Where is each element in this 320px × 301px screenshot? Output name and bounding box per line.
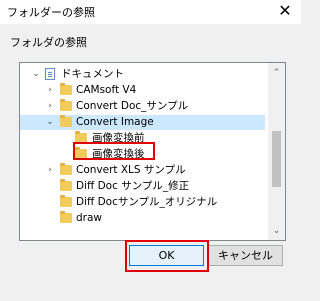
- chevron-down-icon[interactable]: ⌄: [45, 115, 55, 130]
- scroll-down-icon[interactable]: ⌄: [268, 223, 285, 239]
- folder-icon: [60, 179, 72, 191]
- tree-item-label: draw: [76, 212, 103, 224]
- tree-item-diff-doc-original[interactable]: Diff Docサンプル_オリジナル: [20, 195, 265, 210]
- folder-icon: [60, 83, 72, 95]
- folder-icon: [60, 195, 72, 207]
- dialog-instruction: フォルダの参照: [10, 36, 87, 49]
- tree-item-draw[interactable]: draw: [20, 211, 265, 226]
- tree-item-label: Diff Doc サンプル_修正: [76, 180, 190, 192]
- folder-icon: [60, 163, 72, 175]
- cancel-button[interactable]: キャンセル: [208, 245, 283, 266]
- tree-item-diff-doc-modified[interactable]: Diff Doc サンプル_修正: [20, 179, 265, 194]
- chevron-down-icon[interactable]: ⌄: [31, 67, 41, 82]
- tree-item-convert-doc[interactable]: › Convert Doc_サンプル: [20, 99, 265, 114]
- tree-item-convert-image[interactable]: ⌄ Convert Image: [20, 115, 265, 130]
- folder-icon: [60, 99, 72, 111]
- highlight-frame: [73, 142, 155, 160]
- folder-icon: [60, 115, 72, 127]
- scroll-thumb[interactable]: [272, 131, 281, 187]
- window-title: フォルダーの参照: [7, 6, 95, 19]
- document-icon: [45, 68, 55, 80]
- tree-item-label: Convert Doc_サンプル: [76, 100, 189, 112]
- vertical-scrollbar[interactable]: ⌃ ⌄: [268, 63, 285, 240]
- title-bar: フォルダーの参照 ✕: [0, 0, 301, 24]
- tree-item-label: ドキュメント: [61, 68, 124, 80]
- tree-item-camsoft[interactable]: › CAMsoft V4: [20, 83, 265, 98]
- tree-item-label: Convert XLS サンプル: [76, 164, 186, 176]
- chevron-right-icon[interactable]: ›: [45, 83, 55, 98]
- scroll-up-icon[interactable]: ⌃: [268, 65, 285, 81]
- tree-item-label: CAMsoft V4: [76, 84, 137, 96]
- close-icon[interactable]: ✕: [271, 0, 299, 24]
- folder-icon: [60, 211, 72, 223]
- tree-item-documents[interactable]: ⌄ ドキュメント: [20, 67, 265, 82]
- chevron-right-icon[interactable]: ›: [45, 163, 55, 178]
- tree-item-label: Diff Docサンプル_オリジナル: [76, 196, 218, 208]
- chevron-right-icon[interactable]: ›: [45, 99, 55, 114]
- highlight-frame: [125, 240, 209, 272]
- tree-item-convert-xls[interactable]: › Convert XLS サンプル: [20, 163, 265, 178]
- tree-item-label: Convert Image: [76, 116, 154, 128]
